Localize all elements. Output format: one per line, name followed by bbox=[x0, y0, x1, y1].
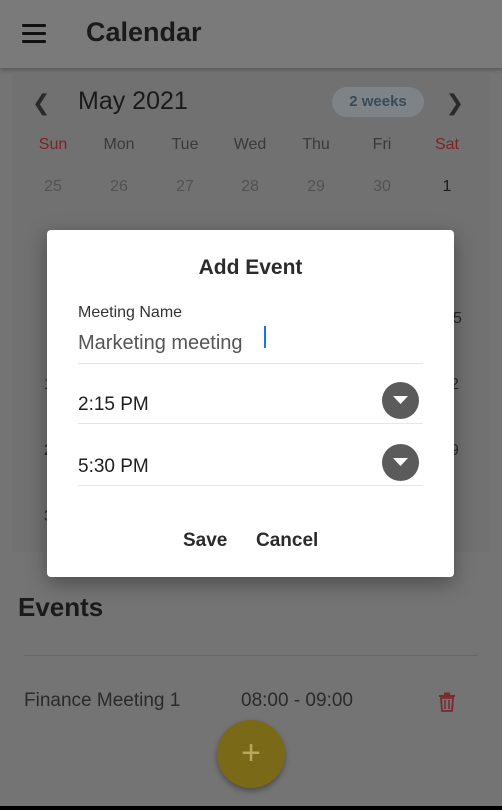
calendar-day[interactable]: 27 bbox=[160, 178, 210, 196]
cancel-button[interactable]: Cancel bbox=[256, 530, 318, 552]
calendar-week-row: 25 26 27 28 29 30 1 bbox=[20, 178, 490, 198]
weekday-wed: Wed bbox=[233, 136, 267, 153]
text-cursor bbox=[264, 326, 266, 348]
weekday-tue: Tue bbox=[171, 136, 199, 153]
system-navigation-bar bbox=[0, 806, 502, 810]
app-title: Calendar bbox=[86, 17, 202, 47]
events-heading: Events bbox=[18, 592, 104, 622]
divider bbox=[24, 655, 478, 656]
save-button[interactable]: Save bbox=[183, 530, 227, 552]
chevron-left-icon[interactable]: ❮ bbox=[32, 90, 50, 116]
meeting-name-label: Meeting Name bbox=[78, 304, 183, 321]
weekday-sun: Sun bbox=[38, 136, 68, 153]
weekday-thu: Thu bbox=[302, 136, 330, 153]
calendar-day[interactable]: 25 bbox=[28, 178, 78, 196]
start-time-dropdown-button[interactable] bbox=[382, 382, 419, 419]
weekday-sat: Sat bbox=[434, 136, 459, 153]
start-time-value: 2:15 PM bbox=[78, 394, 149, 415]
start-time-select[interactable]: 2:15 PM bbox=[78, 380, 423, 424]
calendar-day[interactable]: 29 bbox=[291, 178, 341, 196]
dialog-title: Add Event bbox=[198, 256, 303, 279]
format-toggle-button[interactable]: 2 weeks bbox=[332, 87, 424, 117]
weekday-header: Sun Mon Tue Wed Thu Fri Sat bbox=[20, 136, 490, 156]
plus-icon: + bbox=[241, 734, 261, 772]
month-title: May 2021 bbox=[78, 87, 188, 115]
calendar-day[interactable]: 26 bbox=[94, 178, 144, 196]
weekday-mon: Mon bbox=[103, 136, 135, 153]
end-time-value: 5:30 PM bbox=[78, 456, 149, 477]
menu-icon[interactable] bbox=[22, 24, 46, 44]
meeting-name-input[interactable] bbox=[78, 324, 423, 364]
chevron-right-icon[interactable]: ❯ bbox=[446, 90, 464, 116]
calendar-day[interactable]: 1 bbox=[422, 178, 472, 196]
end-time-dropdown-button[interactable] bbox=[382, 444, 419, 481]
list-item[interactable]: Finance Meeting 1 08:00 - 09:00 bbox=[24, 690, 478, 718]
calendar-day-peek[interactable]: 5 bbox=[453, 310, 462, 328]
end-time-select[interactable]: 5:30 PM bbox=[78, 442, 423, 486]
app-bar: Calendar bbox=[0, 0, 502, 68]
weekday-fri: Fri bbox=[372, 136, 392, 153]
trash-icon[interactable] bbox=[438, 692, 456, 712]
calendar-day[interactable]: 28 bbox=[225, 178, 275, 196]
add-event-button[interactable]: + bbox=[217, 720, 285, 788]
dropdown-arrow-icon bbox=[393, 458, 408, 466]
calendar-day[interactable]: 30 bbox=[357, 178, 407, 196]
event-time: 08:00 - 09:00 bbox=[241, 690, 353, 711]
event-name: Finance Meeting 1 bbox=[24, 690, 181, 711]
dropdown-arrow-icon bbox=[393, 396, 408, 404]
add-event-dialog: Add Event Meeting Name 2:15 PM 5:30 PM S… bbox=[47, 230, 454, 577]
